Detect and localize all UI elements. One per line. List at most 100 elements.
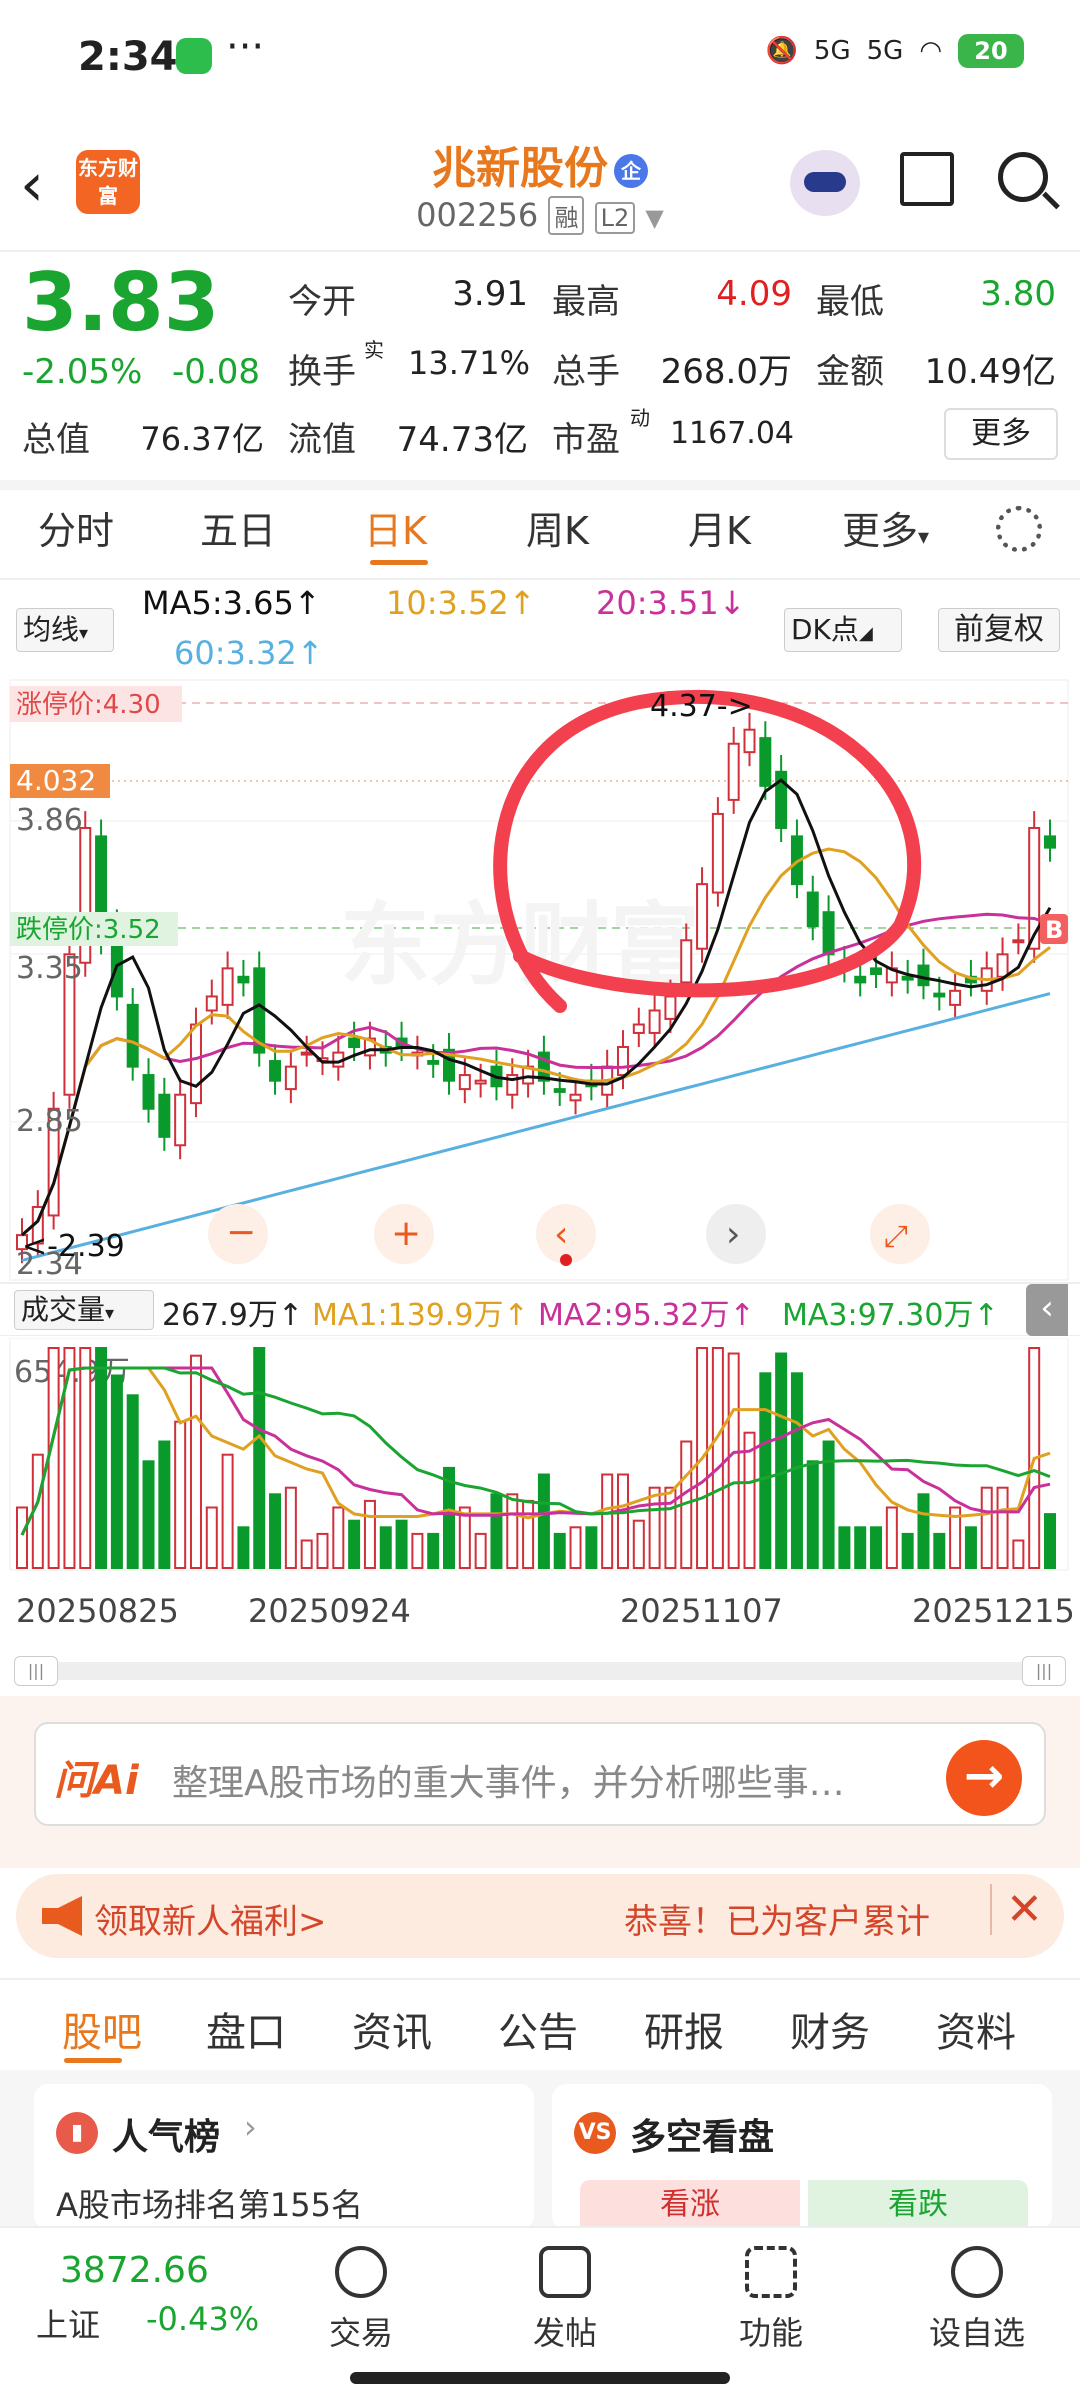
l2-tag: L2 <box>594 202 636 234</box>
ma-selector-label: 均线 <box>23 613 80 646</box>
open-label: 今开 <box>288 282 356 322</box>
volume-bar <box>300 1539 313 1569</box>
low-marker: <-2.39 <box>22 1229 125 1264</box>
close-icon[interactable]: ✕ <box>990 1884 1043 1935</box>
ai-prompt-text[interactable]: 整理A股市场的重大事件，并分析哪些事… <box>172 1754 912 1806</box>
ai-logo: 问Ai <box>54 1758 139 1804</box>
volume-bar <box>205 1506 218 1569</box>
share-icon[interactable] <box>900 152 954 206</box>
nav-post[interactable]: 发帖 <box>500 2246 630 2354</box>
settings-gear-icon[interactable] <box>996 506 1042 552</box>
index-value[interactable]: 3872.66 <box>60 2250 209 2291</box>
candle <box>933 992 946 998</box>
candle <box>996 953 1009 978</box>
ai-submit-arrow-icon[interactable]: → <box>946 1740 1022 1816</box>
current-price: 3.83 <box>22 256 220 349</box>
candle <box>205 995 218 1012</box>
grid-icon <box>745 2246 797 2298</box>
promo-newcomer-link[interactable]: 领取新人福利> <box>94 1894 327 1943</box>
ma5-value: MA5:3.65↑ <box>142 584 321 622</box>
volume-selector[interactable]: 成交量▾ <box>14 1290 154 1330</box>
tab-daily-k[interactable]: 日K <box>364 500 427 555</box>
volume-bar <box>901 1532 914 1569</box>
volume-bar <box>522 1499 535 1569</box>
tab-intraday[interactable]: 分时 <box>38 500 114 555</box>
nav-post-label: 发帖 <box>532 2314 597 2352</box>
volume-selector-label: 成交量 <box>21 1293 106 1326</box>
tab-news[interactable]: 资讯 <box>352 2000 432 2058</box>
svg-text:›: › <box>726 1214 740 1255</box>
collapse-panel-button[interactable]: ‹ <box>1026 1284 1068 1336</box>
nav-add-watchlist[interactable]: 设自选 <box>912 2246 1042 2354</box>
dk-selector[interactable]: DK点◢ <box>784 608 902 652</box>
adjust-selector[interactable]: 前复权 <box>938 608 1060 652</box>
tab-more[interactable]: 更多▾ <box>842 500 929 555</box>
volume-label: 总手 <box>552 352 620 392</box>
tab-guba[interactable]: 股吧 <box>62 2000 142 2058</box>
zoom-in-button[interactable]: + <box>374 1204 434 1264</box>
candle <box>569 1093 582 1102</box>
scroll-right-button[interactable]: › <box>706 1204 766 1264</box>
battery-icon: 20 <box>958 34 1024 68</box>
zoom-out-button[interactable]: − <box>208 1204 268 1264</box>
nav-functions[interactable]: 功能 <box>706 2246 836 2354</box>
turnover-value: 13.71% <box>407 344 530 382</box>
y-tick-2-85: 2.85 <box>16 1104 83 1139</box>
tab-monthly-k[interactable]: 月K <box>688 500 751 555</box>
home-indicator[interactable] <box>350 2372 730 2384</box>
high-value: 4.09 <box>716 274 792 314</box>
candle <box>348 1037 361 1048</box>
volume-bar <box>569 1526 582 1570</box>
svg-text:−: − <box>226 1212 256 1253</box>
bull-button[interactable]: 看涨 <box>580 2180 800 2230</box>
volume-bar <box>790 1372 803 1569</box>
nav-trade[interactable]: 交易 <box>296 2246 426 2354</box>
active-tab-indicator <box>370 560 428 565</box>
date-label: 20250825 <box>16 1592 179 1630</box>
kline-chart[interactable]: 东方财富 涨停价:4.30 4.032 3.86 跌停价:3.52 3.35 2… <box>0 676 1080 1286</box>
volume-bar <box>395 1519 408 1569</box>
ai-robot-icon[interactable] <box>790 150 860 216</box>
volume-bar <box>95 1347 108 1569</box>
margin-tag: 融 <box>548 196 585 235</box>
bear-button[interactable]: 看跌 <box>808 2180 1028 2230</box>
tab-profile[interactable]: 资料 <box>936 2000 1016 2058</box>
low-label: 最低 <box>816 282 884 322</box>
tab-pankou[interactable]: 盘口 <box>206 2000 286 2058</box>
chart-scrollbar[interactable] <box>14 1662 1066 1680</box>
ma-selector[interactable]: 均线▾ <box>16 608 114 652</box>
candle <box>427 1060 440 1065</box>
turnover-sup: 实 <box>364 338 384 362</box>
candle <box>142 1074 155 1110</box>
volume-bar <box>1044 1513 1056 1570</box>
candle <box>300 1051 313 1056</box>
volume-bar <box>585 1526 598 1570</box>
tab-announcements[interactable]: 公告 <box>498 2000 578 2058</box>
tab-finance[interactable]: 财务 <box>790 2000 870 2058</box>
candle <box>664 995 677 1020</box>
more-button[interactable]: 更多 <box>944 408 1058 460</box>
volume-bar <box>237 1526 250 1570</box>
volume-bar <box>474 1532 487 1569</box>
tab-five-day[interactable]: 五日 <box>200 500 276 555</box>
volume-bar <box>964 1526 977 1570</box>
volume-bar <box>648 1486 661 1569</box>
candle <box>949 989 962 1006</box>
pe-label: 市盈 <box>552 420 620 460</box>
fullscreen-button[interactable]: ⤢ <box>870 1204 930 1264</box>
volume-bar <box>616 1473 629 1569</box>
enterprise-badge: 企 <box>614 154 648 188</box>
search-icon[interactable] <box>998 152 1048 202</box>
tab-research[interactable]: 研报 <box>644 2000 724 2058</box>
volume-bar <box>110 1374 123 1569</box>
volume-ma1: MA1:139.9万↑ <box>312 1298 529 1333</box>
candle <box>174 1093 187 1147</box>
candle <box>189 1023 202 1105</box>
volume-bar <box>727 1352 740 1569</box>
volume-bar <box>996 1486 1009 1569</box>
scroll-handle-left[interactable]: ||| <box>14 1656 58 1686</box>
scroll-handle-right[interactable]: ||| <box>1022 1656 1066 1686</box>
vs-icon: VS <box>574 2112 616 2154</box>
tab-weekly-k[interactable]: 周K <box>526 500 589 555</box>
candle <box>237 975 250 984</box>
